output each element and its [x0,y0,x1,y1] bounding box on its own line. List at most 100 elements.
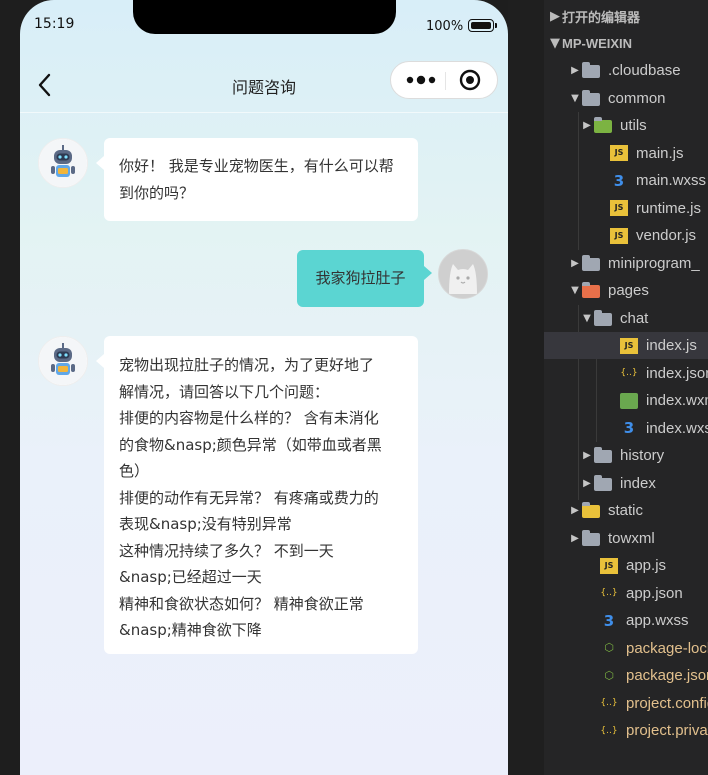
tree-item-label: index.wxss [646,419,708,437]
project-section[interactable]: ▼ MP-WEIXIN [544,30,708,56]
battery-cap [495,23,497,28]
message-line: 排便的内容物是什么样的？ 含有未消化 [119,409,379,427]
tree-item-label: index.wxm [646,392,708,409]
robot-icon [38,138,88,188]
tree-item-cloudbase[interactable]: ▶ .cloudbase [544,57,708,84]
css-file-icon: 3 [613,171,625,190]
section-label: 打开的编辑器 [562,10,641,26]
tree-item-label: runtime.js [636,199,702,217]
tree-item-index-wxss[interactable]: 3 index.wxss [544,415,708,442]
chevron-right-icon[interactable]: ▶ [580,450,594,461]
json-file-icon: {..} [600,588,618,598]
tree-item-index-wxm[interactable]: index.wxm [544,387,708,414]
message-line: 表现&nasp;没有特别异常 [119,515,292,533]
target-circle-icon[interactable] [459,69,481,91]
chevron-right-icon[interactable]: ▶ [580,120,594,131]
tree-item-label: index [620,474,656,492]
json-file-icon: {..} [620,368,638,378]
message-line: 宠物出现拉肚子的情况，为了更好地了 [119,356,375,374]
battery-percent: 100% [426,19,464,34]
tree-item-label: static [608,502,644,519]
folder-icon [582,529,600,546]
message-line: &nasp;精神食欲下降 [119,621,262,639]
message-line: 精神和食欲状态如何？ 精神食欲正常 [119,594,364,613]
folder-pages-icon [582,282,600,298]
header-divider [20,112,508,113]
tree-item-label: .cloudbase [608,62,681,79]
folder-open-icon [582,89,600,106]
tree-item-label: common [608,89,666,107]
tree-item-history[interactable]: ▶ history [544,442,708,469]
bot-message-bubble: 你好！ 我是专业宠物医生，有什么可以帮到你的吗？ [96,138,418,221]
tree-item-main-wxss[interactable]: 3 main.wxss [544,167,708,194]
tree-item-project-privat[interactable]: {..} project.privat [544,717,708,744]
tree-item-index-json[interactable]: {..} index.json [544,360,708,387]
folder-icon [582,254,600,271]
tree-item-label: app.js [626,557,667,574]
capsule-divider [445,72,446,90]
tree-item-towxml[interactable]: ▶ towxml [544,525,708,552]
js-file-icon: JS [610,227,628,244]
tree-item-label: index.js [646,337,697,354]
more-dots-icon[interactable] [403,70,443,90]
tree-item-label: main.wxss [636,172,707,189]
chevron-down-icon[interactable]: ▼ [568,285,582,296]
message-line: 这种情况持续了多久？ 不到一天 [119,541,334,560]
folder-icon [594,447,612,463]
tree-item-index[interactable]: ▶ index [544,470,708,497]
tree-item-vendor-js[interactable]: JS vendor.js [544,222,708,249]
robot-icon [38,336,88,386]
chevron-right-icon: ▶ [550,8,560,24]
tree-item-package-lock[interactable]: ⬡ package-lock [544,635,708,662]
chevron-right-icon[interactable]: ▶ [580,478,594,489]
tree-item-common[interactable]: ▼ common [544,85,708,112]
chevron-right-icon[interactable]: ▶ [568,533,582,544]
tree-item-pages[interactable]: ▼ pages [544,277,708,304]
node-file-icon: ⬡ [604,641,614,654]
message-line: 的食物&nasp;颜色异常（如带血或者黑 [119,435,382,454]
tree-item-main-js[interactable]: JS main.js [544,140,708,167]
message-line: 色） [119,462,150,480]
message-line: 解情况，请回答以下几个问题： [119,382,330,401]
tree-item-utils[interactable]: ▶ utils [544,112,708,139]
tree-item-project-config[interactable]: {..} project.config [544,690,708,717]
tree-item-static[interactable]: ▶ static [544,497,708,524]
chevron-right-icon[interactable]: ▶ [568,258,582,269]
bot-message-bubble: 宠物出现拉肚子的情况，为了更好地了 解情况，请回答以下几个问题： 排便的内容物是… [96,336,418,654]
tree-item-label: vendor.js [636,227,697,244]
chevron-down-icon[interactable]: ▼ [568,93,582,104]
window-left-margin [0,0,20,775]
folder-icon [582,62,600,78]
chevron-down-icon[interactable]: ▼ [580,313,594,324]
tree-item-label: chat [620,309,649,327]
tree-item-label: project.config [626,694,708,712]
wxml-file-icon [620,392,638,409]
tree-item-chat[interactable]: ▼ chat [544,305,708,332]
folder-utils-icon [594,117,612,133]
tree-item-miniprogram[interactable]: ▶ miniprogram_ [544,250,708,277]
tree-item-label: app.json [626,584,683,602]
chevron-right-icon[interactable]: ▶ [568,505,582,516]
open-editors-section[interactable]: ▶ 打开的编辑器 [544,3,708,29]
tree-item-app-json[interactable]: {..} app.json [544,580,708,607]
folder-open-icon [594,309,612,326]
chevron-right-icon[interactable]: ▶ [568,65,582,76]
message-line: 排便的动作有无异常？ 有疼痛或费力的 [119,488,379,507]
tree-item-app-wxss[interactable]: 3 app.wxss [544,607,708,634]
tree-item-label: package-lock [626,639,708,657]
folder-icon [594,474,612,491]
battery-icon [468,19,494,32]
css-file-icon: 3 [603,611,615,630]
tree-item-label: main.js [636,144,684,162]
js-file-icon: JS [610,200,628,216]
tree-item-label: pages [608,282,649,299]
tree-item-package-json[interactable]: ⬡ package.json [544,662,708,689]
tree-item-app-js[interactable]: JS app.js [544,552,708,579]
tree-item-label: history [620,447,665,464]
js-file-icon: JS [620,337,638,354]
message-text: 你好！ 我是专业宠物医生，有什么可以帮到你的吗？ [119,157,394,202]
file-explorer: ▶ 打开的编辑器 ▼ MP-WEIXIN ▶ .cloudbase ▼ common ▶… [544,0,708,775]
node-file-icon: ⬡ [604,668,614,682]
tree-item-runtime-js[interactable]: JS runtime.js [544,195,708,222]
tree-item-index-js[interactable]: JS index.js [544,332,708,359]
